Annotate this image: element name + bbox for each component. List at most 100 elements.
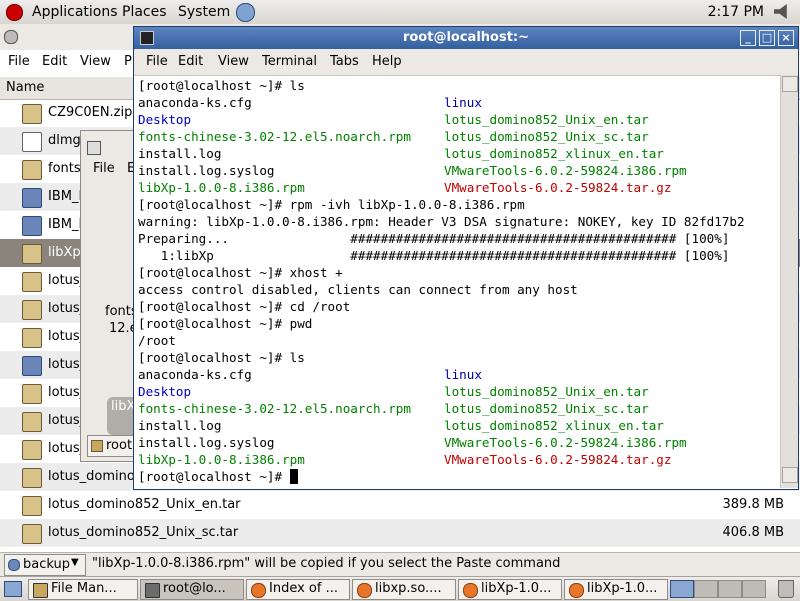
workspace-3[interactable] <box>718 580 742 598</box>
scroll-down-button[interactable] <box>782 467 798 483</box>
firefox-icon <box>251 583 266 598</box>
package-icon <box>22 104 42 124</box>
close-button[interactable]: × <box>778 30 794 46</box>
terminal-line: libXp-1.0.0-8.i386.rpm <box>138 180 305 195</box>
terminal-line-right: lotus_domino852_Unix_sc.tar <box>444 129 649 144</box>
fm-menu-view[interactable]: View <box>80 54 111 69</box>
trash-icon[interactable] <box>778 580 794 598</box>
terminal-line-right: lotus_domino852_Unix_sc.tar <box>444 401 649 416</box>
terminal-line: install.log.syslog <box>138 435 275 450</box>
terminal-menubar: File Edit View Terminal Tabs Help <box>134 49 798 76</box>
system-menu[interactable]: System <box>178 4 230 20</box>
terminal-app-icon[interactable] <box>140 31 154 45</box>
file-name: fonts <box>48 161 81 176</box>
path-button[interactable]: root <box>87 435 139 457</box>
terminal-line: [root@localhost ~]# ls <box>138 350 305 365</box>
fm-menu-file[interactable]: File <box>8 54 30 69</box>
script-icon <box>22 188 42 208</box>
terminal-menu-terminal[interactable]: Terminal <box>262 54 317 69</box>
terminal-titlebar[interactable]: root@localhost:~ _ □ × <box>134 27 798 49</box>
task-firefox-1[interactable]: Index of ... <box>246 579 350 600</box>
task-terminal[interactable]: root@lo... <box>140 579 244 600</box>
terminal-line-right: lotus_domino852_Unix_en.tar <box>444 112 649 127</box>
file-row[interactable]: lotus_domino852_Unix_en.tar 389.8 MB <box>0 491 800 519</box>
terminal-line: install.log.syslog <box>138 163 275 178</box>
terminal-line-right: linux <box>444 367 482 382</box>
package-icon <box>22 468 42 488</box>
file-name: dlmg <box>48 133 81 148</box>
terminal-menu-view[interactable]: View <box>218 54 249 69</box>
small-menu-file[interactable]: File <box>93 161 115 176</box>
file-manager-statusbar: backup ▼ "libXp-1.0.0-8.i386.rpm" will b… <box>0 552 800 577</box>
file-size: 406.8 MB <box>722 525 784 540</box>
terminal-line: fonts-chinese-3.02-12.el5.noarch.rpm <box>138 129 411 144</box>
terminal-cursor <box>289 469 298 484</box>
network-icon[interactable] <box>236 3 255 22</box>
file-name: lotus_domino852_Unix_sc.tar <box>48 525 239 540</box>
redhat-icon[interactable] <box>6 4 23 21</box>
terminal-line: anaconda-ks.cfg <box>138 367 252 382</box>
terminal-line-right: VMwareTools-6.0.2-59824.i386.rpm <box>444 163 687 178</box>
location-button[interactable]: backup ▼ <box>4 554 86 576</box>
terminal-menu-tabs[interactable]: Tabs <box>330 54 359 69</box>
terminal-output[interactable]: [root@localhost ~]# ls anaconda-ks.cfg l… <box>138 77 778 485</box>
package-icon <box>22 300 42 320</box>
document-icon <box>22 132 42 152</box>
file-row[interactable]: lotus_domino852_Unix_sc.tar 406.8 MB <box>0 519 800 547</box>
task-label: File Man... <box>51 581 117 596</box>
terminal-line: libXp-1.0.0-8.i386.rpm <box>138 452 305 467</box>
task-firefox-4[interactable]: libXp-1.0... <box>564 579 668 600</box>
terminal-line: [root@localhost ~]# pwd <box>138 316 313 331</box>
script-icon <box>22 356 42 376</box>
volume-icon[interactable] <box>774 4 787 19</box>
package-icon <box>22 412 42 432</box>
terminal-line: install.log <box>138 146 222 161</box>
task-label: Index of ... <box>269 581 338 596</box>
clock[interactable]: 2:17 PM <box>708 4 764 20</box>
terminal-line-right: lotus_domino852_Unix_en.tar <box>444 384 649 399</box>
file-name: lotus_domino <box>48 469 135 484</box>
terminal-prompt-line[interactable]: [root@localhost ~]# <box>138 468 298 485</box>
terminal-icon <box>145 583 160 598</box>
show-desktop-icon[interactable] <box>4 581 22 597</box>
task-label: root@lo... <box>163 581 226 596</box>
workspace-1[interactable] <box>670 580 694 598</box>
terminal-scrollbar[interactable] <box>780 75 798 488</box>
terminal-line: [root@localhost ~]# ls <box>138 78 305 93</box>
applications-menu[interactable]: Applications <box>32 4 118 20</box>
terminal-menu-file[interactable]: File <box>146 54 168 69</box>
terminal-menu-edit[interactable]: Edit <box>178 54 203 69</box>
package-icon <box>22 244 42 264</box>
fm-menu-edit[interactable]: Edit <box>42 54 67 69</box>
places-menu[interactable]: Places <box>122 4 167 20</box>
terminal-line-right: lotus_domino852_xlinux_en.tar <box>444 146 664 161</box>
terminal-window[interactable]: root@localhost:~ _ □ × File Edit View Te… <box>133 26 799 490</box>
window-menu-icon[interactable] <box>87 141 101 155</box>
package-icon <box>22 160 42 180</box>
task-firefox-3[interactable]: libXp-1.0... <box>458 579 562 600</box>
terminal-line-right: lotus_domino852_xlinux_en.tar <box>444 418 664 433</box>
firefox-icon <box>357 583 372 598</box>
terminal-line: 1:libXp ################################… <box>138 248 730 263</box>
name-column-header[interactable]: Name <box>6 80 44 95</box>
terminal-line-right: VMwareTools-6.0.2-59824.tar.gz <box>444 180 672 195</box>
package-icon <box>22 328 42 348</box>
workspace-4[interactable] <box>742 580 766 598</box>
file-name: libXp <box>48 245 81 260</box>
file-size: 389.8 MB <box>722 497 784 512</box>
scroll-up-button[interactable] <box>782 76 798 92</box>
package-icon <box>22 440 42 460</box>
minimize-button[interactable]: _ <box>740 30 756 46</box>
task-file-manager[interactable]: File Man... <box>28 579 138 600</box>
terminal-line: warning: libXp-1.0.0-8.i386.rpm: Header … <box>138 214 745 229</box>
terminal-line: [root@localhost ~]# rpm -ivh libXp-1.0.0… <box>138 197 525 212</box>
task-label: libXp-1.0... <box>481 581 552 596</box>
task-firefox-2[interactable]: libxp.so.... <box>352 579 456 600</box>
terminal-line: fonts-chinese-3.02-12.el5.noarch.rpm <box>138 401 411 416</box>
package-icon <box>22 496 42 516</box>
package-icon <box>22 524 42 544</box>
workspace-2[interactable] <box>694 580 718 598</box>
maximize-button[interactable]: □ <box>759 30 775 46</box>
terminal-menu-help[interactable]: Help <box>372 54 402 69</box>
terminal-line: access control disabled, clients can con… <box>138 282 578 297</box>
